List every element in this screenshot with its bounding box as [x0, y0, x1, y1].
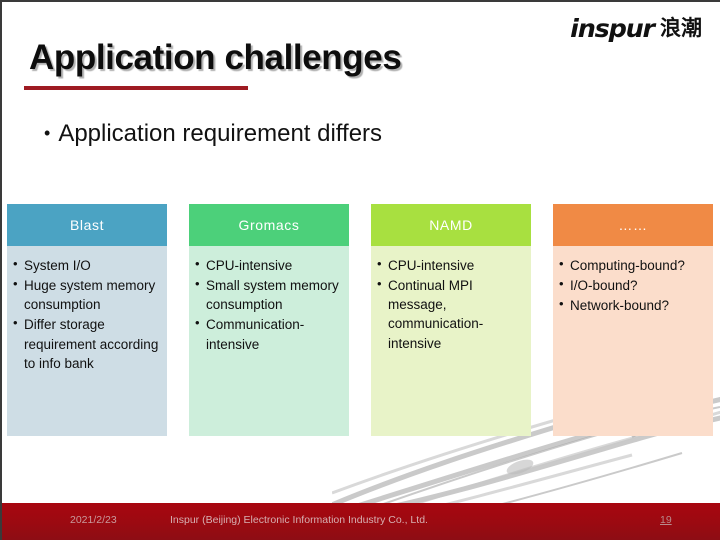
column-namd: NAMD CPU-intensive Continual MPI message… [371, 204, 531, 436]
logo-cjk-text: 浪潮 [660, 16, 702, 40]
list-item: Continual MPI message, communication-int… [377, 275, 526, 353]
column-header-gromacs: Gromacs [189, 204, 349, 246]
application-comparison-columns: Blast System I/O Huge system memory cons… [2, 204, 720, 439]
list-item: I/O-bound? [559, 275, 708, 295]
column-header-namd: NAMD [371, 204, 531, 246]
footer-date: 2021/2/23 [70, 514, 117, 526]
page-title: Application challenges [29, 38, 402, 77]
list-item: Network-bound? [559, 295, 708, 315]
column-body-namd: CPU-intensive Continual MPI message, com… [371, 246, 531, 436]
column-blast: Blast System I/O Huge system memory cons… [7, 204, 167, 436]
list-item: System I/O [13, 255, 162, 275]
lead-bullet-line: • Application requirement differs [44, 120, 382, 148]
slide-footer-bar: 2021/2/23 Inspur (Beijing) Electronic In… [2, 503, 720, 540]
list-item: Communication-intensive [195, 314, 344, 353]
title-underline-rule [24, 86, 248, 90]
column-body-gromacs: CPU-intensive Small system memory consum… [189, 246, 349, 436]
column-body-blast: System I/O Huge system memory consumptio… [7, 246, 167, 436]
list-item: CPU-intensive [377, 255, 526, 275]
list-item: CPU-intensive [195, 255, 344, 275]
column-other: …… Computing-bound? I/O-bound? Network-b… [553, 204, 713, 436]
slide: inspur 浪潮 Application challenges • Applic… [0, 0, 720, 540]
list-item: Small system memory consumption [195, 275, 344, 314]
column-header-other: …… [553, 204, 713, 246]
lead-bullet-text: Application requirement differs [58, 120, 383, 147]
logo-latin-text: inspur [570, 14, 655, 43]
list-item: Huge system memory consumption [13, 275, 162, 314]
inspur-logo: inspur 浪潮 [570, 14, 702, 43]
column-body-other: Computing-bound? I/O-bound? Network-boun… [553, 246, 713, 436]
list-item: Differ storage requirement according to … [13, 314, 162, 372]
footer-company: Inspur (Beijing) Electronic Information … [170, 514, 428, 526]
column-header-blast: Blast [7, 204, 167, 246]
footer-page-number: 19 [660, 514, 672, 526]
list-item: Computing-bound? [559, 255, 708, 275]
bullet-glyph: • [44, 123, 51, 143]
column-gromacs: Gromacs CPU-intensive Small system memor… [189, 204, 349, 436]
